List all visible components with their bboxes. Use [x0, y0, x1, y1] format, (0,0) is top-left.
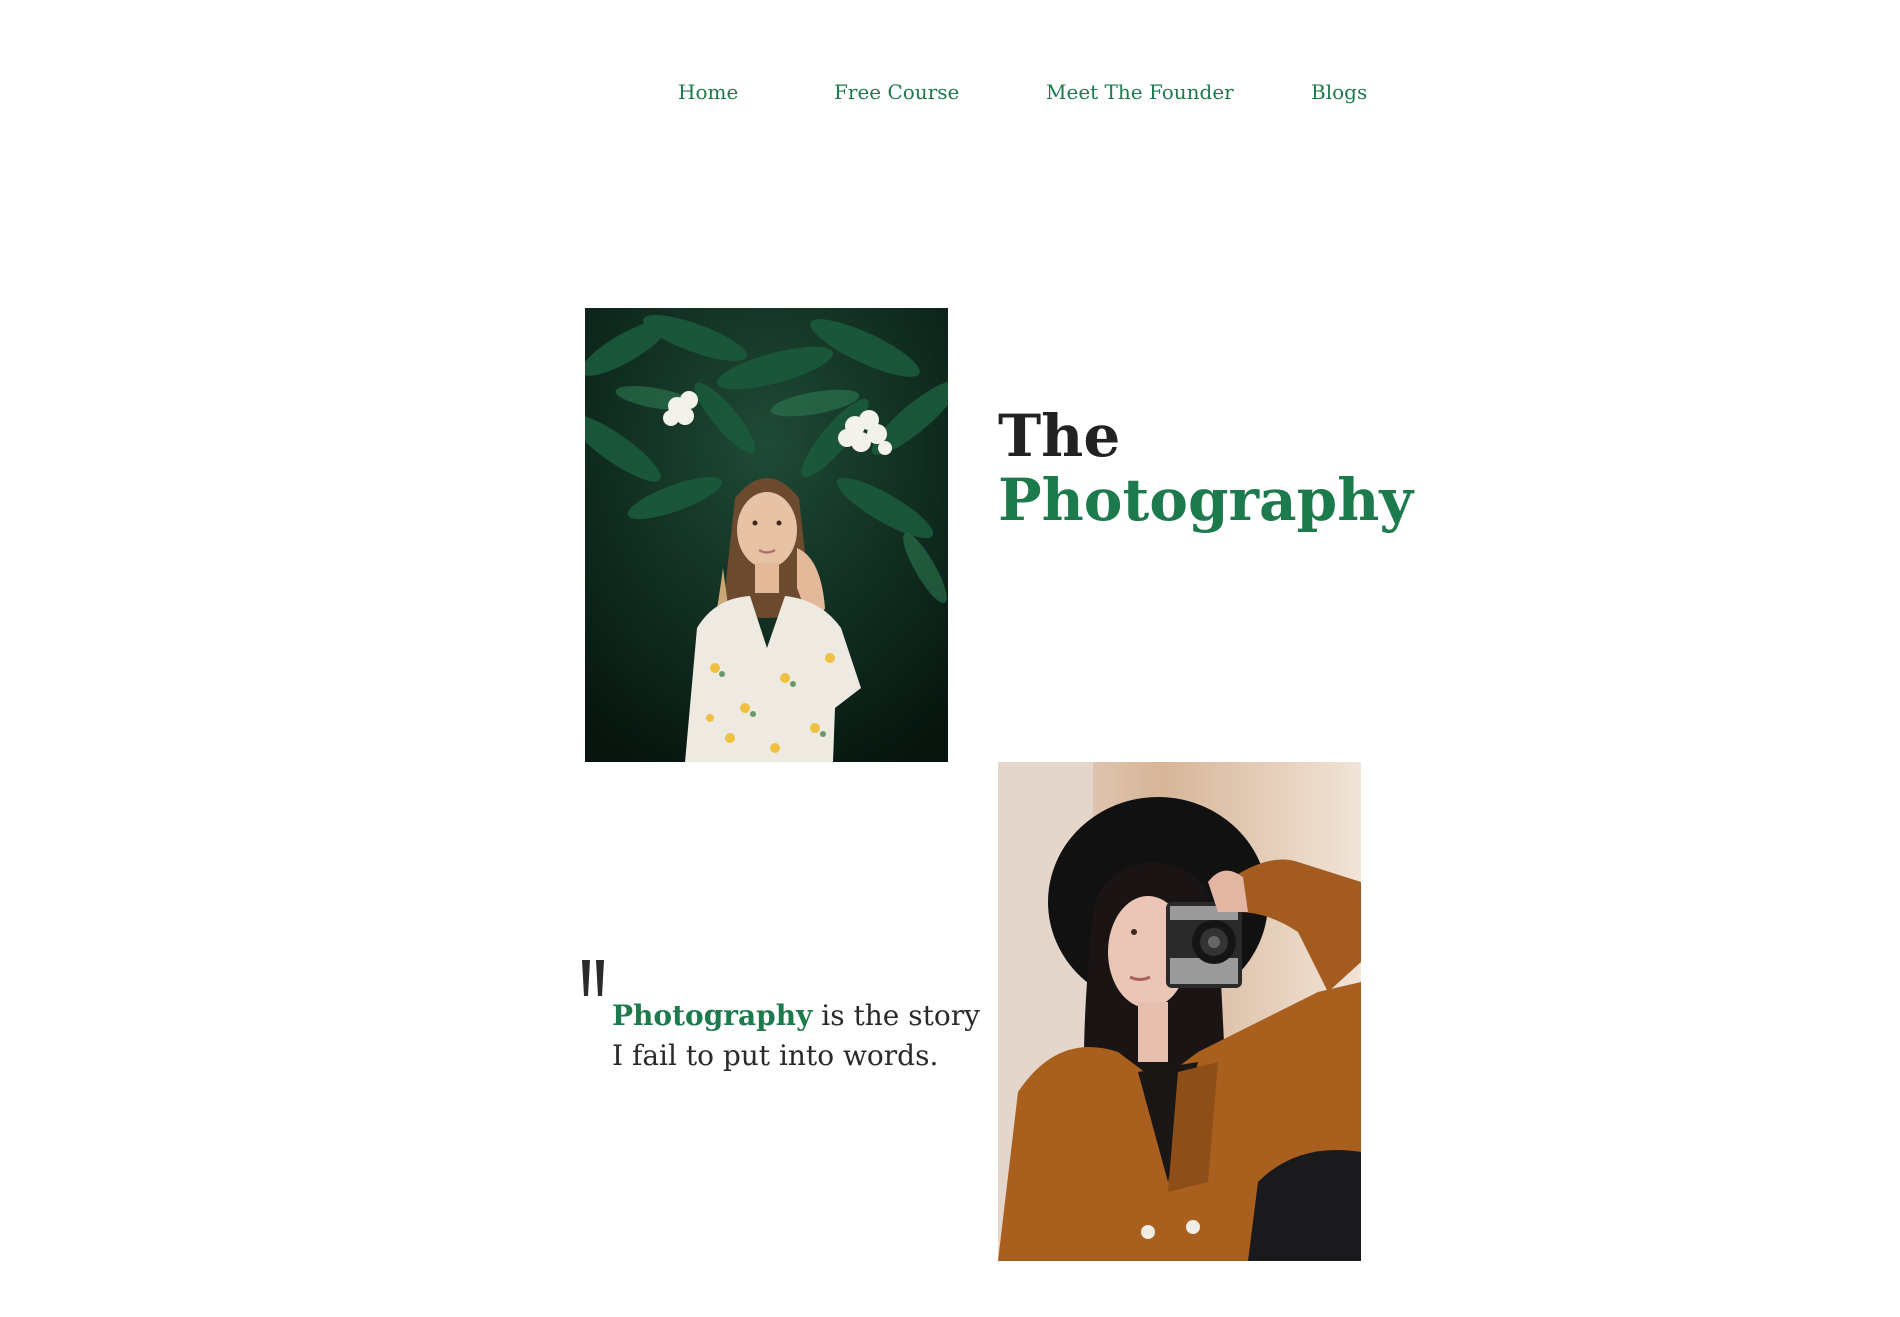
- portrait-photo-floral: [585, 308, 948, 762]
- nav-link-blogs[interactable]: Blogs: [1311, 76, 1367, 108]
- quote-text: Photography is the story I fail to put i…: [612, 996, 980, 1076]
- quote-mark-icon: [580, 960, 608, 1000]
- portrait-photo-camera: [998, 762, 1361, 1261]
- nav-link-meet-the-founder[interactable]: Meet The Founder: [1046, 76, 1234, 108]
- title-line-the: The: [998, 402, 1121, 470]
- quote-highlight: Photography: [612, 999, 813, 1032]
- page-title: The Photography: [998, 404, 1413, 532]
- quote-line-1: Photography is the story: [612, 996, 980, 1036]
- nav-link-free-course[interactable]: Free Course: [834, 76, 959, 108]
- main-navigation: Home Free Course Meet The Founder Blogs: [0, 76, 1900, 108]
- quote-line-1-rest: is the story: [812, 999, 980, 1032]
- nav-link-home[interactable]: Home: [678, 76, 738, 108]
- title-line-photography: Photography: [998, 466, 1414, 534]
- quote-line-2: I fail to put into words.: [612, 1039, 939, 1072]
